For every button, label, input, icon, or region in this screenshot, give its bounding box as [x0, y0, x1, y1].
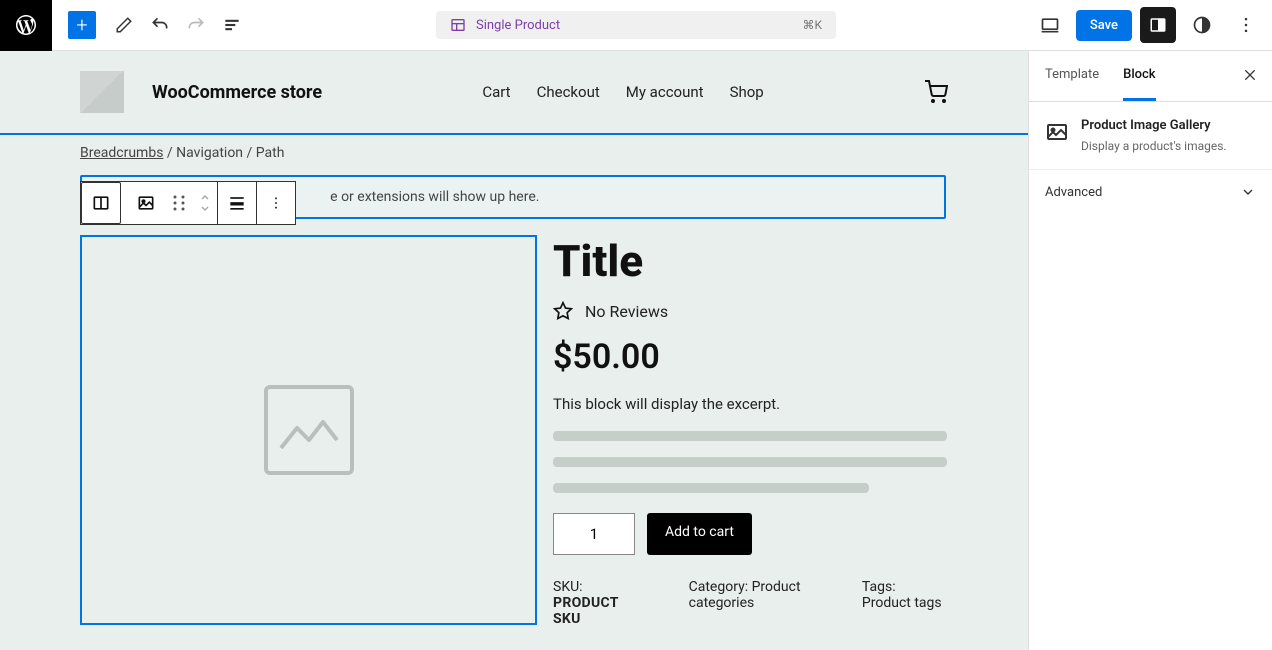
breadcrumb-item[interactable]: Breadcrumbs — [80, 145, 163, 161]
layout-icon — [450, 17, 466, 33]
wordpress-logo[interactable] — [0, 0, 52, 51]
block-type-icon[interactable] — [127, 183, 165, 223]
cart-icon[interactable] — [924, 80, 948, 104]
nav-menu: Cart Checkout My account Shop — [482, 83, 763, 101]
block-title: Product Image Gallery — [1081, 118, 1227, 133]
nav-shop[interactable]: Shop — [730, 83, 764, 101]
settings-sidebar: Template Block Product Image Gallery Dis… — [1028, 51, 1272, 650]
placeholder-line — [553, 483, 869, 493]
block-description: Display a product's images. — [1081, 139, 1227, 153]
block-more-icon[interactable] — [257, 183, 295, 223]
notice-text: e or extensions will show up here. — [330, 189, 539, 205]
viewport-icon[interactable] — [1032, 7, 1068, 43]
product-image-gallery-block[interactable] — [80, 235, 537, 625]
gallery-block-icon — [1045, 120, 1069, 144]
placeholder-line — [553, 457, 947, 467]
close-sidebar-icon[interactable] — [1240, 65, 1260, 85]
chevron-down-icon — [1240, 184, 1256, 200]
tc-left: Single Product — [450, 17, 560, 33]
move-arrows-icon[interactable] — [193, 183, 217, 223]
main-area: WooCommerce store Cart Checkout My accou… — [0, 51, 1272, 650]
block-toolbar — [80, 181, 296, 225]
undo-icon[interactable] — [146, 11, 174, 39]
tool-icons-group — [110, 11, 246, 39]
toolbar-wrap: WooCommerce Notices from the store or ex… — [80, 175, 948, 219]
tab-template[interactable]: Template — [1045, 51, 1099, 101]
template-name: Single Product — [476, 18, 560, 33]
reviews-text: No Reviews — [585, 302, 668, 321]
product-info: Title No Reviews $50.00 This block will … — [553, 235, 948, 627]
image-placeholder-icon — [264, 385, 354, 475]
block-info: Product Image Gallery Display a product'… — [1029, 102, 1272, 170]
sidebar-tabs: Template Block — [1029, 51, 1272, 102]
product-price[interactable]: $50.00 — [553, 337, 948, 377]
wp-icon — [14, 13, 38, 37]
editor-top-bar: + Single Product ⌘K Save — [0, 0, 1272, 51]
add-to-cart-row: 1 Add to cart — [553, 513, 948, 555]
parent-block-button[interactable] — [82, 183, 120, 223]
product-title[interactable]: Title — [553, 235, 948, 287]
add-block-button[interactable]: + — [68, 11, 96, 39]
site-logo-placeholder[interactable] — [80, 71, 124, 113]
editor-canvas[interactable]: WooCommerce store Cart Checkout My accou… — [0, 51, 1028, 650]
block-info-text: Product Image Gallery Display a product'… — [1081, 118, 1227, 153]
product-rating[interactable]: No Reviews — [553, 301, 948, 321]
breadcrumb-item: Path — [256, 145, 285, 161]
site-header: WooCommerce store Cart Checkout My accou… — [0, 51, 1028, 133]
placeholder-line — [553, 431, 947, 441]
placeholder-lines — [553, 431, 948, 493]
product-layout: Title No Reviews $50.00 This block will … — [80, 235, 948, 627]
redo-icon[interactable] — [182, 11, 210, 39]
align-button[interactable] — [218, 183, 256, 223]
advanced-label: Advanced — [1045, 185, 1102, 200]
template-selector[interactable]: Single Product ⌘K — [436, 11, 836, 39]
product-excerpt[interactable]: This block will display the excerpt. — [553, 395, 948, 413]
list-view-icon[interactable] — [218, 11, 246, 39]
meta-sku[interactable]: SKU: PRODUCT SKU — [553, 579, 649, 627]
top-left-tools: + — [0, 0, 246, 50]
quantity-input[interactable]: 1 — [553, 513, 635, 555]
more-options-icon[interactable] — [1228, 7, 1264, 43]
breadcrumb-item: Navigation — [176, 145, 243, 161]
nav-cart[interactable]: Cart — [482, 83, 510, 101]
product-meta: SKU: PRODUCT SKU Category: Product categ… — [553, 579, 948, 627]
breadcrumb[interactable]: Breadcrumbs / Navigation / Path — [80, 135, 948, 175]
add-to-cart-button[interactable]: Add to cart — [647, 513, 752, 555]
shortcut-hint: ⌘K — [802, 18, 822, 32]
meta-tags[interactable]: Tags: Product tags — [862, 579, 948, 627]
advanced-panel[interactable]: Advanced — [1029, 170, 1272, 214]
settings-panel-toggle[interactable] — [1140, 7, 1176, 43]
nav-checkout[interactable]: Checkout — [537, 83, 600, 101]
styles-icon[interactable] — [1184, 7, 1220, 43]
meta-category[interactable]: Category: Product categories — [689, 579, 822, 627]
edit-tool-icon[interactable] — [110, 11, 138, 39]
save-button[interactable]: Save — [1076, 10, 1132, 41]
star-icon — [553, 301, 573, 321]
content-wrap: Breadcrumbs / Navigation / Path WooComme… — [0, 133, 1028, 627]
nav-account[interactable]: My account — [626, 83, 704, 101]
drag-handle-icon[interactable] — [165, 183, 193, 223]
logo-block: WooCommerce store — [80, 71, 322, 113]
tab-block[interactable]: Block — [1123, 51, 1155, 101]
top-right-tools: Save — [1032, 7, 1264, 43]
store-name[interactable]: WooCommerce store — [152, 82, 322, 103]
